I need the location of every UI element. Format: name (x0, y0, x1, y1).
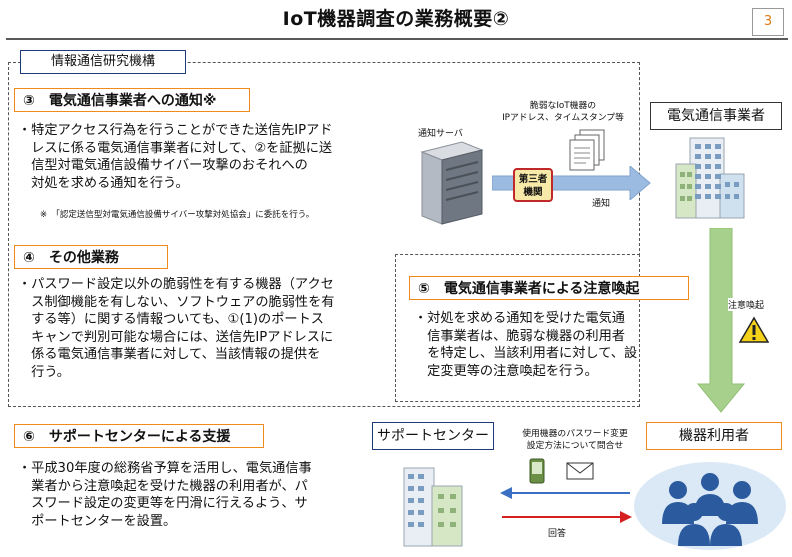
users-icon (634, 462, 786, 550)
section4-line: ス制御機能を有しない、ソフトウェアの脆弱性を有 (18, 294, 335, 310)
section5-line: を特定し、当該利用者に対して、設 (414, 346, 638, 361)
section5-line: ・対処を求める通知を受けた電気通 (414, 311, 625, 326)
section3-line: レスに係る電気通信事業者に対して、②を証拠に送 (18, 140, 333, 156)
section6-line: 業者から注意喚起を受けた機器の利用者が、パ (18, 478, 308, 494)
section3-line: ・特定アクセス行為を行うことができた送信先IPアド (18, 123, 333, 138)
notify-label: 通知 (592, 199, 611, 209)
support-building-icon (403, 467, 463, 547)
page-title: IoT機器調査の業務概要② (282, 8, 510, 30)
phone-icon (529, 458, 545, 484)
section3-heading: ③ 電気通信事業者への通知※ (14, 88, 250, 112)
section3-note: ※ 「認定送信型対電気通信設備サイバー攻撃対処協会」に委託を行う。 (40, 210, 315, 220)
section6-line: ポートセンターを設置。 (18, 513, 177, 529)
section3-body: ・特定アクセス行為を行うことができた送信先IPアド レスに係る電気通信事業者に対… (18, 122, 398, 192)
alert-label: 注意喚起 (728, 298, 765, 311)
section6-line: スワード設定の変更等を円滑に行えるよう、サ (18, 496, 308, 511)
section6-body: ・平成30年度の総務省予算を活用し、電気通信事 業者から注意喚起を受けた機器の利… (18, 460, 378, 530)
section4-line: 行う。 (18, 364, 70, 380)
inquiry-arrow (500, 487, 630, 499)
section3-line: 対処を求める通知を行う。 (18, 175, 189, 191)
page-number: 3 (752, 8, 784, 36)
docs-label: 脆弱なIoT機器の IPアドレス、タイムスタンプ等 (502, 101, 624, 123)
section4-line: ・パスワード設定以外の脆弱性を有する機器（アクセ (18, 277, 334, 292)
user-label: 機器利用者 (646, 422, 782, 450)
section5-body: ・対処を求める通知を受けた電気通 信事業者は、脆弱な機器の利用者 を特定し、当該… (414, 310, 644, 380)
section4-line: する等）に関する情報ついても、①(1)のポートス (18, 312, 324, 327)
carrier-label: 電気通信事業者 (650, 102, 782, 130)
title-divider (6, 38, 788, 40)
answer-arrow (502, 511, 632, 523)
server-icon (420, 141, 484, 225)
section5-line: 信事業者は、脆弱な機器の利用者 (414, 328, 625, 344)
section4-line: キャンで判別可能な場合には、送信先IPアドレスに (18, 329, 334, 345)
section6-line: ・平成30年度の総務省予算を活用し、電気通信事 (18, 461, 312, 476)
warning-icon (738, 316, 770, 343)
org-label: 情報通信研究機構 (20, 50, 186, 74)
inquiry-label: 使用機器のパスワード変更 設定方法について問合せ (522, 429, 628, 451)
section5-heading: ⑤ 電気通信事業者による注意喚起 (409, 276, 689, 300)
mail-icon (566, 462, 594, 480)
building-icon (675, 137, 745, 219)
section4-heading: ④ その他業務 (14, 245, 168, 269)
section5-line: 定変更等の注意喚起を行う。 (414, 363, 598, 379)
section3-line: 信型対電気通信設備サイバー攻撃のおそれへの (18, 158, 308, 173)
answer-label: 回答 (548, 529, 567, 539)
section4-line: 係る電気通信事業者に対して、当該情報の提供を (18, 347, 321, 362)
section4-body: ・パスワード設定以外の脆弱性を有する機器（アクセ ス制御機能を有しない、ソフトウ… (18, 276, 398, 381)
support-center-label: サポートセンター (372, 422, 494, 450)
section6-heading: ⑥ サポートセンターによる支援 (14, 424, 264, 448)
third-party-org: 第三者 機関 (513, 168, 553, 202)
